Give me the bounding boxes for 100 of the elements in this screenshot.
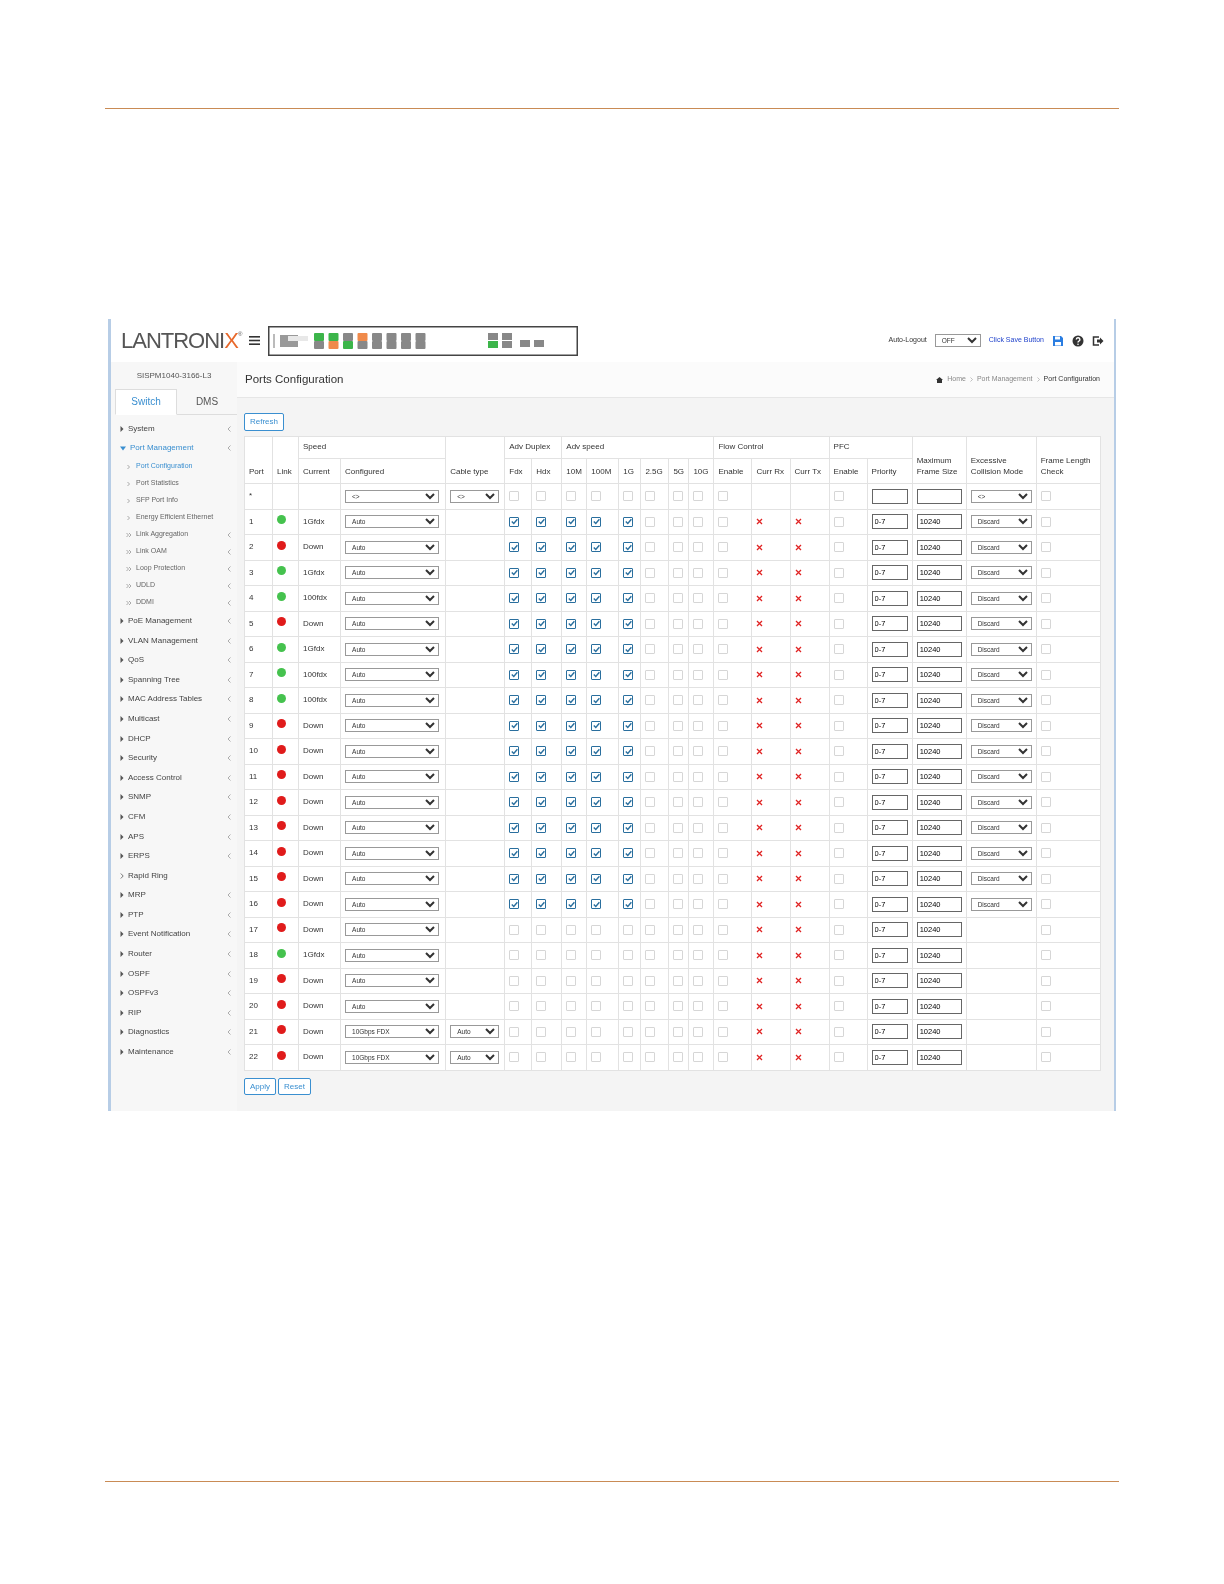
checkbox[interactable] (566, 797, 577, 808)
sidebar-item[interactable]: Spanning Tree (111, 669, 237, 690)
checkbox[interactable] (623, 899, 634, 910)
checkbox[interactable] (623, 771, 634, 782)
checkbox[interactable] (591, 669, 602, 680)
sidebar-item[interactable]: Router (111, 944, 237, 964)
checkbox[interactable] (536, 720, 547, 731)
checkbox[interactable] (591, 618, 602, 629)
checkbox[interactable] (509, 542, 520, 553)
checkbox[interactable] (509, 797, 520, 808)
sidebar-item[interactable]: System (111, 419, 237, 439)
checkbox[interactable] (509, 516, 520, 527)
checkbox[interactable] (623, 797, 634, 808)
checkbox[interactable] (566, 618, 577, 629)
checkbox[interactable] (623, 542, 634, 553)
checkbox[interactable] (536, 797, 547, 808)
checkbox[interactable] (623, 848, 634, 859)
checkbox[interactable] (536, 873, 547, 884)
checkbox[interactable] (509, 771, 520, 782)
sidebar-item[interactable]: Multicast (111, 709, 237, 729)
sidebar-item[interactable]: Diagnostics (111, 1022, 237, 1043)
sidebar-item[interactable]: Security (111, 748, 237, 768)
checkbox[interactable] (566, 822, 577, 833)
checkbox[interactable] (509, 669, 520, 680)
sidebar-tab[interactable]: Switch (115, 389, 177, 415)
logout-icon[interactable] (1092, 334, 1104, 347)
checkbox[interactable] (536, 644, 547, 655)
checkbox[interactable] (566, 899, 577, 910)
sidebar-item[interactable]: Event Notification (111, 924, 237, 945)
checkbox[interactable] (591, 771, 602, 782)
checkbox[interactable] (536, 899, 547, 910)
checkbox[interactable] (566, 873, 577, 884)
checkbox[interactable] (591, 746, 602, 757)
checkbox[interactable] (566, 516, 577, 527)
checkbox[interactable] (509, 644, 520, 655)
checkbox[interactable] (536, 771, 547, 782)
sidebar-item[interactable]: OSPF (111, 963, 237, 984)
checkbox[interactable] (591, 899, 602, 910)
sidebar-item[interactable]: ERPS (111, 846, 237, 866)
checkbox[interactable] (566, 669, 577, 680)
sidebar-item[interactable]: PTP (111, 905, 237, 925)
checkbox[interactable] (623, 644, 634, 655)
checkbox[interactable] (591, 797, 602, 808)
sidebar-item[interactable]: RIP (111, 1003, 237, 1023)
checkbox[interactable] (566, 695, 577, 706)
checkbox[interactable] (509, 720, 520, 731)
checkbox[interactable] (623, 720, 634, 731)
sidebar-item[interactable]: SNMP (111, 787, 237, 808)
checkbox[interactable] (591, 542, 602, 553)
checkbox[interactable] (623, 746, 634, 757)
checkbox[interactable] (591, 695, 602, 706)
checkbox[interactable] (591, 644, 602, 655)
checkbox[interactable] (509, 822, 520, 833)
checkbox[interactable] (623, 618, 634, 629)
checkbox[interactable] (509, 873, 520, 884)
sidebar-item[interactable]: MAC Address Tables (111, 689, 237, 710)
checkbox[interactable] (566, 593, 577, 604)
checkbox[interactable] (566, 644, 577, 655)
sidebar-item[interactable]: DHCP (111, 728, 237, 749)
apply-button[interactable]: Apply (244, 1077, 276, 1096)
menu-icon[interactable] (249, 336, 261, 345)
checkbox[interactable] (509, 567, 520, 578)
sidebar-item[interactable]: APS (111, 826, 237, 847)
checkbox[interactable] (623, 516, 634, 527)
sidebar-item[interactable]: MRP (111, 885, 237, 906)
checkbox[interactable] (591, 873, 602, 884)
checkbox[interactable] (536, 695, 547, 706)
sidebar-item[interactable]: VLAN Management (111, 630, 237, 651)
sidebar-item[interactable]: CFM (111, 807, 237, 827)
checkbox[interactable] (566, 720, 577, 731)
checkbox[interactable] (509, 618, 520, 629)
sidebar-item[interactable]: Access Control (111, 767, 237, 788)
checkbox[interactable] (566, 567, 577, 578)
checkbox[interactable] (591, 516, 602, 527)
frame-size-field[interactable] (916, 488, 962, 504)
reset-button[interactable]: Reset (278, 1077, 311, 1096)
save-icon[interactable] (1052, 334, 1064, 347)
checkbox[interactable] (536, 542, 547, 553)
sidebar-item[interactable]: Maintenance (111, 1042, 237, 1062)
checkbox[interactable] (591, 822, 602, 833)
checkbox[interactable] (536, 618, 547, 629)
checkbox[interactable] (509, 848, 520, 859)
checkbox[interactable] (536, 669, 547, 680)
sidebar-item[interactable]: PoE Management (111, 611, 237, 631)
sidebar-item[interactable]: QoS (111, 650, 237, 670)
checkbox[interactable] (509, 746, 520, 757)
checkbox[interactable] (591, 720, 602, 731)
checkbox[interactable] (536, 593, 547, 604)
checkbox[interactable] (566, 746, 577, 757)
checkbox[interactable] (536, 516, 547, 527)
checkbox[interactable] (509, 593, 520, 604)
checkbox[interactable] (536, 567, 547, 578)
checkbox[interactable] (536, 746, 547, 757)
checkbox[interactable] (536, 822, 547, 833)
checkbox[interactable] (566, 848, 577, 859)
checkbox[interactable] (591, 567, 602, 578)
checkbox[interactable] (509, 899, 520, 910)
priority-field[interactable] (871, 488, 908, 504)
checkbox[interactable] (623, 822, 634, 833)
sidebar-item[interactable]: OSPFv3 (111, 983, 237, 1004)
